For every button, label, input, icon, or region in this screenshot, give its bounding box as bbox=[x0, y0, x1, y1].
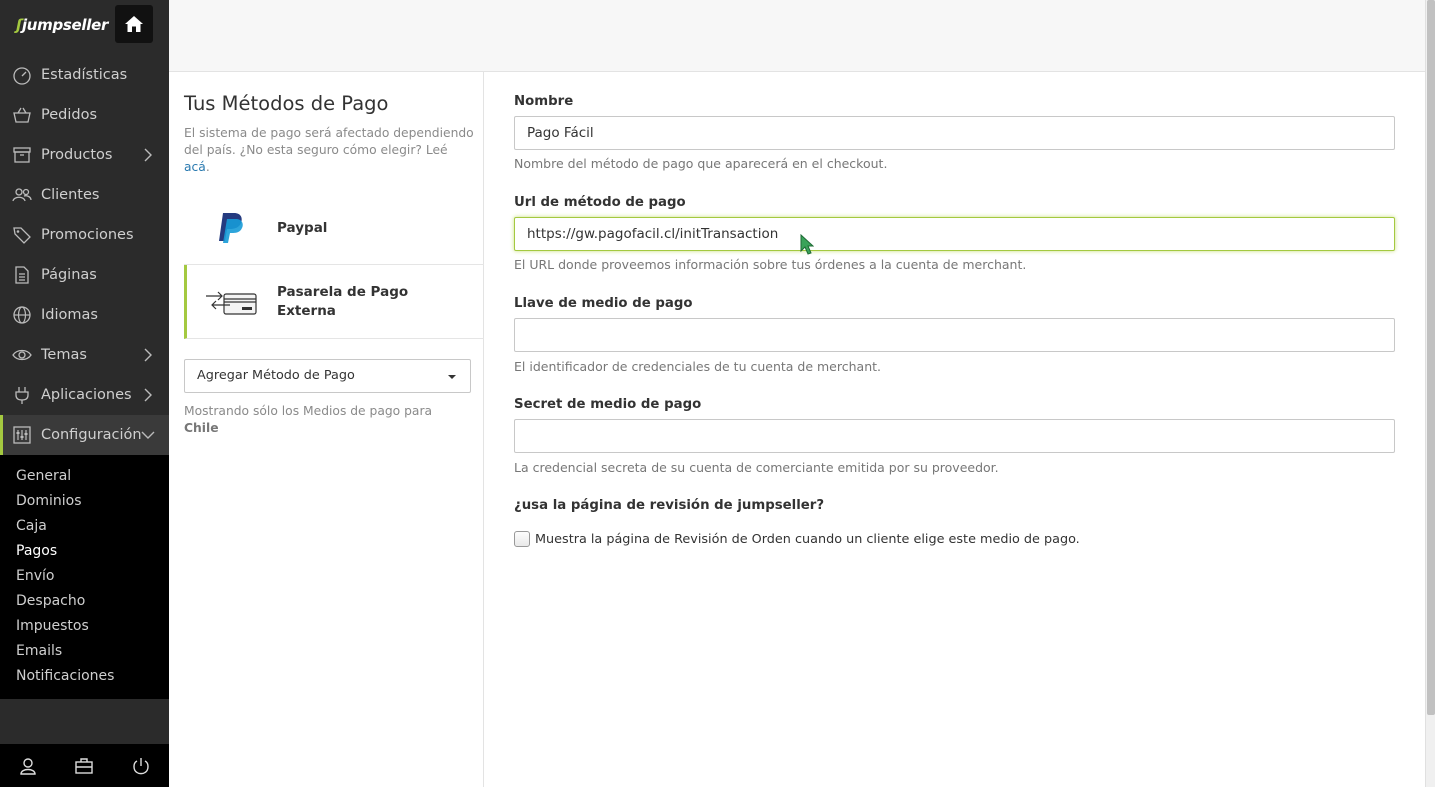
sidebar-item-estadisticas[interactable]: Estadísticas bbox=[0, 55, 169, 95]
sidebar-item-label: Páginas bbox=[41, 267, 97, 283]
mouse-cursor-icon bbox=[800, 234, 814, 255]
panel-description: El sistema de pago será afectado dependi… bbox=[184, 125, 474, 176]
secret-label: Secret de medio de pago bbox=[514, 397, 702, 412]
submenu-item-notificaciones[interactable]: Notificaciones bbox=[0, 664, 169, 689]
description-end: . bbox=[205, 160, 210, 174]
user-icon[interactable] bbox=[18, 756, 38, 776]
vertical-scrollbar[interactable] bbox=[1425, 0, 1435, 787]
review-checkbox[interactable] bbox=[514, 531, 530, 547]
payment-method-name: Paypal bbox=[277, 219, 328, 236]
chevron-right-icon bbox=[144, 148, 152, 162]
sidebar-item-clientes[interactable]: Clientes bbox=[0, 175, 169, 215]
sidebar-bottom-bar bbox=[0, 744, 169, 787]
submenu-item-emails[interactable]: Emails bbox=[0, 639, 169, 664]
name-input[interactable]: Pago Fácil bbox=[514, 116, 1395, 150]
sidebar-nav: Estadísticas Pedidos Productos Clientes … bbox=[0, 55, 169, 455]
review-checkbox-label: Muestra la página de Revisión de Orden c… bbox=[535, 531, 1080, 547]
users-icon bbox=[12, 188, 32, 202]
sidebar: ʃjumpseller Estadísticas Pedidos Product… bbox=[0, 0, 169, 787]
sidebar-item-label: Pedidos bbox=[41, 107, 98, 123]
page-title: Tus Métodos de Pago bbox=[184, 92, 389, 115]
settings-icon bbox=[13, 426, 31, 444]
submenu-item-impuestos[interactable]: Impuestos bbox=[0, 614, 169, 639]
scrollbar-thumb[interactable] bbox=[1427, 0, 1435, 715]
submenu-item-caja[interactable]: Caja bbox=[0, 514, 169, 539]
globe-icon bbox=[13, 306, 31, 324]
sidebar-item-productos[interactable]: Productos bbox=[0, 135, 169, 175]
secret-input[interactable] bbox=[514, 419, 1395, 453]
paypal-icon bbox=[184, 211, 277, 245]
select-value: Agregar Método de Pago bbox=[197, 368, 355, 383]
submenu-item-envio[interactable]: Envío bbox=[0, 564, 169, 589]
add-payment-method-select[interactable]: Agregar Método de Pago bbox=[184, 359, 471, 393]
payment-method-paypal[interactable]: Paypal bbox=[184, 192, 484, 265]
jumpseller-logo[interactable]: ʃjumpseller bbox=[16, 16, 108, 34]
url-help: El URL donde proveemos información sobre… bbox=[514, 257, 1027, 272]
basket-icon bbox=[13, 107, 31, 123]
country-note: Mostrando sólo los Medios de pago para C… bbox=[184, 403, 464, 437]
sidebar-item-idiomas[interactable]: Idiomas bbox=[0, 295, 169, 335]
power-icon[interactable] bbox=[131, 756, 151, 776]
sidebar-item-paginas[interactable]: Páginas bbox=[0, 255, 169, 295]
external-gateway-icon bbox=[187, 287, 277, 317]
sidebar-item-label: Productos bbox=[41, 147, 113, 163]
box-icon bbox=[13, 147, 31, 163]
note-country: Chile bbox=[184, 421, 219, 435]
sidebar-item-label: Idiomas bbox=[41, 307, 98, 323]
payment-method-name: Pasarela de Pago Externa bbox=[277, 283, 409, 319]
review-label: ¿usa la página de revisión de jumpseller… bbox=[514, 498, 825, 513]
logo-text: jumpseller bbox=[21, 16, 109, 34]
url-label: Url de método de pago bbox=[514, 195, 686, 210]
configuracion-submenu: General Dominios Caja Pagos Envío Despac… bbox=[0, 455, 169, 699]
secret-help: La credencial secreta de su cuenta de co… bbox=[514, 460, 999, 475]
sidebar-item-label: Configuración bbox=[41, 427, 142, 443]
key-input[interactable] bbox=[514, 318, 1395, 352]
payment-methods-panel: Tus Métodos de Pago El sistema de pago s… bbox=[169, 72, 484, 787]
briefcase-icon[interactable] bbox=[74, 756, 94, 776]
sidebar-item-promociones[interactable]: Promociones bbox=[0, 215, 169, 255]
name-help: Nombre del método de pago que aparecerá … bbox=[514, 156, 888, 171]
chevron-right-icon bbox=[144, 388, 152, 402]
sidebar-item-label: Estadísticas bbox=[41, 67, 128, 83]
sidebar-item-label: Promociones bbox=[41, 227, 134, 243]
sidebar-item-label: Clientes bbox=[41, 187, 100, 203]
chevron-right-icon bbox=[144, 348, 152, 362]
app-root: ʃjumpseller Estadísticas Pedidos Product… bbox=[0, 0, 1435, 787]
eye-icon bbox=[12, 349, 32, 361]
logo-bar: ʃjumpseller bbox=[0, 0, 169, 55]
sidebar-item-aplicaciones[interactable]: Aplicaciones bbox=[0, 375, 169, 415]
home-icon bbox=[125, 16, 143, 32]
caret-down-icon bbox=[448, 375, 456, 379]
note-text: Mostrando sólo los Medios de pago para bbox=[184, 404, 433, 418]
payment-method-external-gateway[interactable]: Pasarela de Pago Externa bbox=[184, 265, 484, 339]
sidebar-item-configuracion[interactable]: Configuración bbox=[0, 415, 169, 455]
home-button[interactable] bbox=[115, 5, 153, 43]
description-text: El sistema de pago será afectado dependi… bbox=[184, 126, 474, 157]
sidebar-item-label: Aplicaciones bbox=[41, 387, 132, 403]
submenu-item-general[interactable]: General bbox=[0, 464, 169, 489]
sidebar-item-pedidos[interactable]: Pedidos bbox=[0, 95, 169, 135]
gauge-icon bbox=[13, 67, 31, 85]
sidebar-item-label: Temas bbox=[41, 347, 87, 363]
tag-icon bbox=[13, 227, 31, 244]
submenu-item-despacho[interactable]: Despacho bbox=[0, 589, 169, 614]
document-icon bbox=[15, 266, 29, 284]
name-label: Nombre bbox=[514, 94, 574, 109]
submenu-item-pagos[interactable]: Pagos bbox=[0, 539, 169, 564]
sidebar-item-temas[interactable]: Temas bbox=[0, 335, 169, 375]
top-header bbox=[169, 0, 1425, 72]
key-help: El identificador de credenciales de tu c… bbox=[514, 359, 881, 374]
help-link[interactable]: acá bbox=[184, 160, 206, 174]
url-input[interactable]: https://gw.pagofacil.cl/initTransaction bbox=[514, 217, 1395, 251]
chevron-down-icon bbox=[141, 431, 155, 439]
review-checkbox-row[interactable]: Muestra la página de Revisión de Orden c… bbox=[514, 531, 1080, 547]
key-label: Llave de medio de pago bbox=[514, 296, 693, 311]
submenu-item-dominios[interactable]: Dominios bbox=[0, 489, 169, 514]
plug-icon bbox=[15, 387, 29, 404]
